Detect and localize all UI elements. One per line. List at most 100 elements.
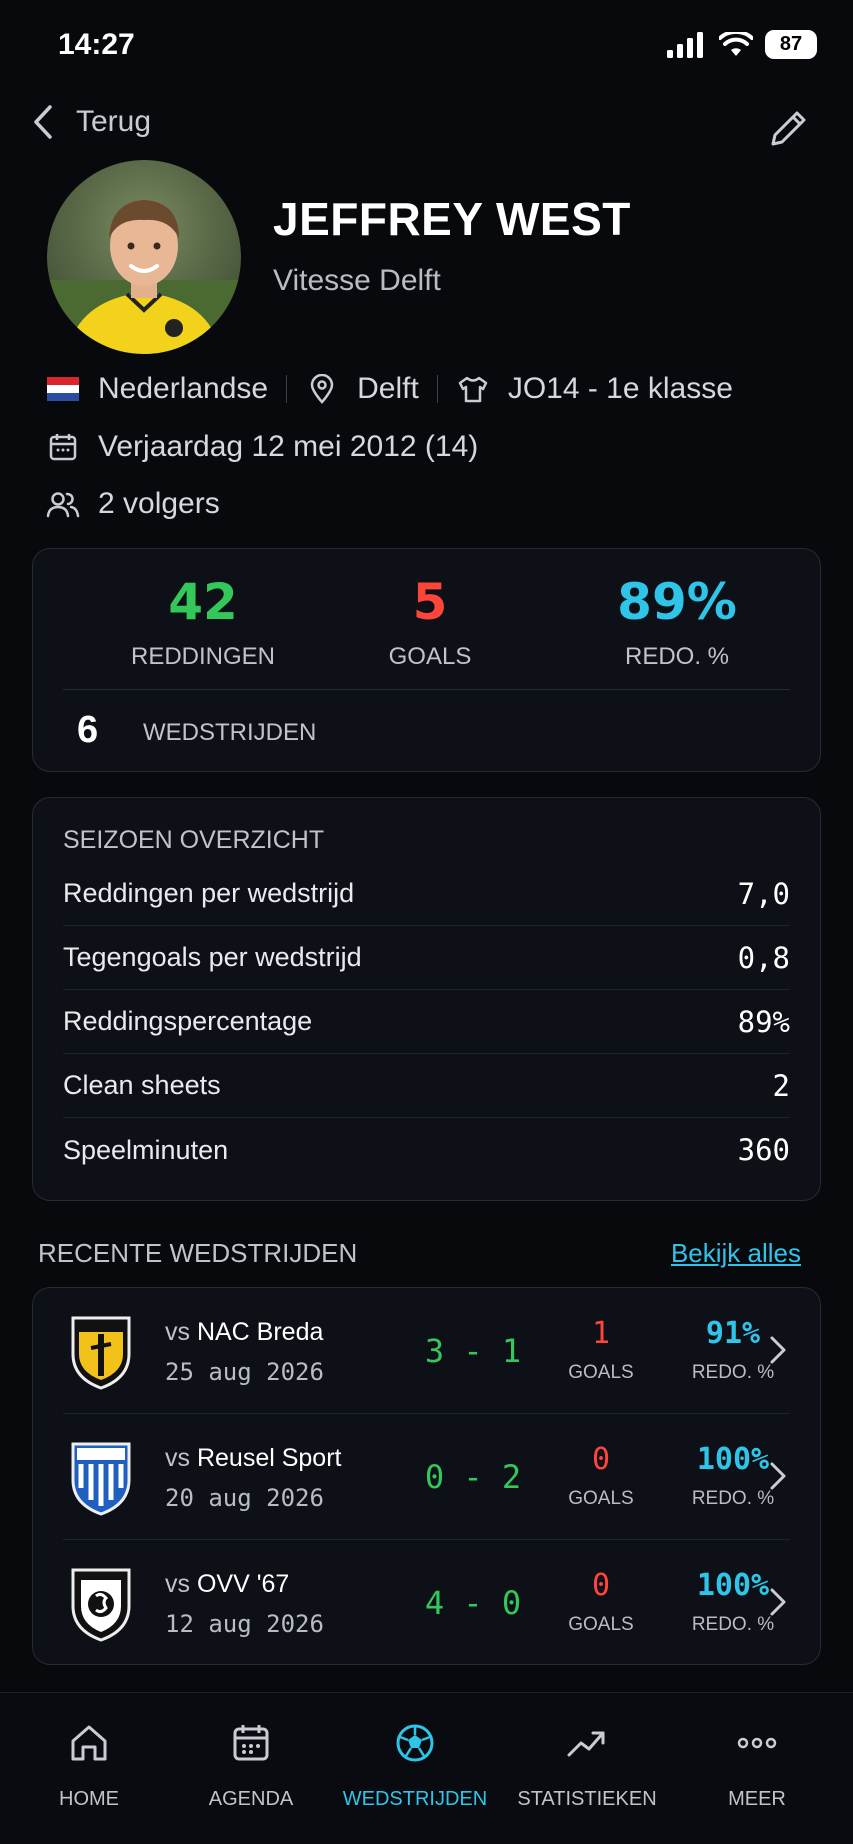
season-row-value: 7,0 (737, 876, 790, 911)
opponent: vs OVV '67 (165, 1570, 289, 1599)
goals-label: GOALS (568, 1362, 634, 1383)
battery-indicator: 87 (765, 30, 817, 59)
season-row-value: 0,8 (737, 940, 790, 975)
club-crest-icon (71, 1316, 131, 1390)
matches-count: 6 (77, 709, 99, 751)
match-date: 12 aug 2026 (165, 1610, 324, 1638)
match-date: 20 aug 2026 (165, 1484, 324, 1512)
match-score: 4 - 0 (424, 1584, 522, 1622)
season-title: SEIZOEN OVERZICHT (63, 826, 325, 854)
nav-label: WEDSTRIJDEN (342, 1788, 488, 1810)
season-row-label: Tegengoals per wedstrijd (63, 942, 362, 972)
nav-label: HOME (59, 1788, 119, 1810)
goals-against: 1 (591, 1316, 611, 1351)
status-time: 14:27 (58, 28, 135, 61)
saves-value: 42 (168, 573, 238, 631)
season-row: Clean sheets 2 (63, 1054, 790, 1118)
season-row-label: Reddingspercentage (63, 1006, 313, 1036)
nav-meer[interactable]: MEER (672, 1721, 842, 1811)
chevron-right-icon (770, 1462, 786, 1490)
home-icon (71, 1725, 107, 1761)
goals-against: 0 (591, 1442, 611, 1477)
nav-label: STATISTIEKEN (517, 1788, 657, 1810)
location-pin-icon (305, 372, 339, 406)
season-row-value: 89% (737, 1004, 790, 1039)
opponent-name: Reusel Sport (196, 1444, 342, 1472)
divider (436, 375, 438, 403)
chevron-right-icon (770, 1588, 786, 1616)
saves-stat: 42 REDDINGEN (83, 573, 323, 671)
match-score: 3 - 1 (424, 1332, 522, 1370)
season-row-label: Reddingen per wedstrijd (63, 878, 355, 908)
saves-label: REDDINGEN (130, 643, 275, 670)
stats-card: 42 REDDINGEN 5 GOALS 89% REDO. % 6 WEDST… (32, 548, 821, 772)
goals-value: 5 (412, 573, 448, 631)
save-pct-stat: 89% REDO. % (557, 573, 797, 671)
divider (63, 689, 790, 690)
match-score: 0 - 2 (424, 1458, 522, 1496)
goals-label: GOALS (388, 643, 472, 670)
users-icon (46, 487, 80, 521)
recent-matches-card: vs NAC Breda 25 aug 2026 3 - 1 1 GOALS 9… (32, 1287, 821, 1665)
player-club: Vitesse Delft (273, 264, 441, 297)
calendar-icon (233, 1725, 269, 1761)
nav-home[interactable]: HOME (4, 1721, 174, 1811)
back-label: Terug (76, 105, 152, 138)
nav-wedstrijden[interactable]: WEDSTRIJDEN (330, 1721, 500, 1811)
goals-against: 0 (591, 1568, 611, 1603)
recent-matches-title: RECENTE WEDSTRIJDEN (38, 1238, 358, 1268)
nav-label: AGENDA (208, 1788, 294, 1810)
nav-statistieken[interactable]: STATISTIEKEN (502, 1721, 672, 1811)
back-button[interactable]: Terug (32, 104, 151, 140)
followers-row[interactable]: 2 volgers (46, 487, 220, 521)
club-crest-icon (71, 1442, 131, 1516)
signal-icon (667, 31, 703, 58)
player-name: JEFFREY WEST (273, 193, 631, 245)
city: Delft (357, 372, 419, 405)
see-all-link[interactable]: Bekijk alles (671, 1238, 801, 1269)
soccer-ball-icon (396, 1724, 434, 1762)
bottom-nav: HOME AGENDA WEDSTRIJDEN STATISTIEKEN MEE… (0, 1692, 853, 1844)
match-row[interactable]: vs Reusel Sport 20 aug 2026 0 - 2 0 GOAL… (33, 1414, 820, 1539)
vs-label: vs (165, 1444, 190, 1472)
opponent-name: OVV '67 (196, 1570, 290, 1598)
goals-label: GOALS (568, 1488, 634, 1509)
season-overview-card: SEIZOEN OVERZICHT Reddingen per wedstrij… (32, 797, 821, 1201)
season-row: Tegengoals per wedstrijd 0,8 (63, 926, 790, 990)
season-row: Speelminuten 360 (63, 1118, 790, 1182)
status-icons: 87 (667, 30, 817, 59)
club-crest-icon (71, 1568, 131, 1642)
match-row[interactable]: vs OVV '67 12 aug 2026 4 - 0 0 GOALS 100… (33, 1540, 820, 1665)
nationality: Nederlandse (98, 372, 269, 405)
wifi-icon (719, 31, 753, 56)
match-date: 25 aug 2026 (165, 1358, 324, 1386)
status-bar: 14:27 87 (0, 0, 853, 90)
nav-label: MEER (728, 1788, 786, 1810)
birthday-row: Verjaardag 12 mei 2012 (14) (46, 430, 478, 464)
season-row-label: Clean sheets (63, 1070, 221, 1100)
save-pct-label: REDO. % (624, 643, 729, 670)
goals-stat: 5 GOALS (310, 573, 550, 671)
edit-icon[interactable] (765, 104, 813, 152)
season-row: Reddingspercentage 89% (63, 990, 790, 1054)
divider (286, 375, 288, 403)
nav-agenda[interactable]: AGENDA (166, 1721, 336, 1811)
matches-label: WEDSTRIJDEN (143, 719, 317, 746)
season-row-value: 360 (737, 1133, 790, 1167)
calendar-icon (46, 430, 80, 464)
opponent-name: NAC Breda (196, 1318, 324, 1346)
followers: 2 volgers (98, 487, 220, 520)
team-category: JO14 - 1e klasse (507, 372, 733, 405)
more-icon (737, 1737, 777, 1749)
season-row: Reddingen per wedstrijd 7,0 (63, 862, 790, 926)
birthday: Verjaardag 12 mei 2012 (14) (98, 430, 479, 463)
season-row-value: 2 (772, 1068, 790, 1103)
save-pct-value: 89% (617, 573, 737, 631)
avatar (47, 160, 241, 354)
goals-label: GOALS (568, 1614, 634, 1635)
season-row-label: Speelminuten (63, 1134, 229, 1165)
chevron-right-icon (770, 1336, 786, 1364)
shirt-icon (456, 372, 490, 406)
player-meta-row: Nederlandse Delft JO14 - 1e klasse (46, 372, 733, 406)
match-row[interactable]: vs NAC Breda 25 aug 2026 3 - 1 1 GOALS 9… (33, 1288, 820, 1413)
